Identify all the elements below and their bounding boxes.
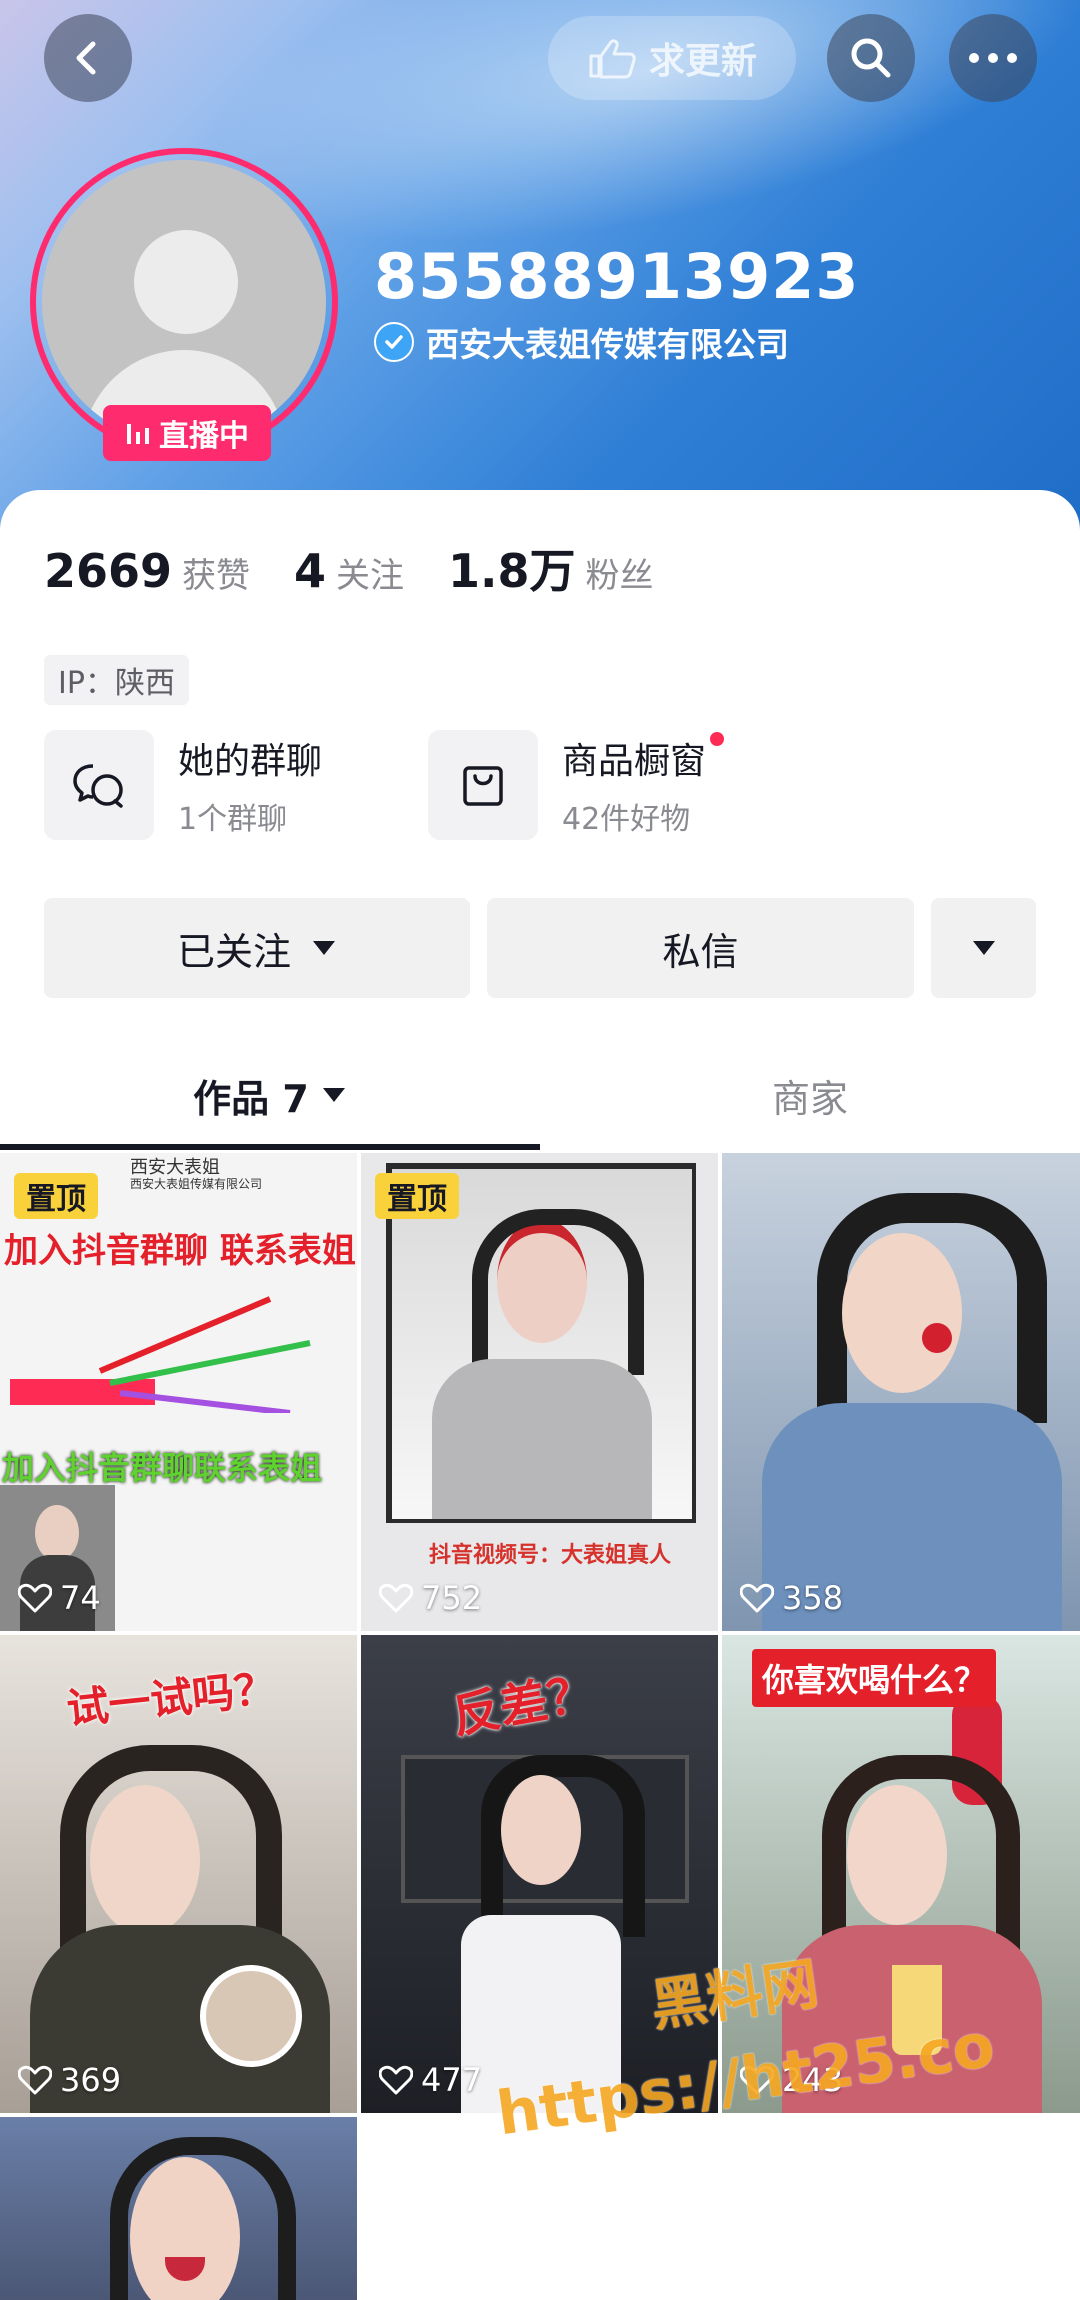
tab-works-label: 作品 7 xyxy=(193,1076,309,1121)
pinned-badge: 置顶 xyxy=(14,1173,98,1219)
following-stat[interactable]: 4 关注 xyxy=(294,544,404,598)
chat-bubbles-icon xyxy=(73,764,123,808)
shop-icon-box xyxy=(428,730,538,840)
heart-outline-icon xyxy=(18,2065,52,2095)
video-thumbnail[interactable]: 反差？ 477 xyxy=(361,1635,718,2113)
heart-outline-icon xyxy=(379,2065,413,2095)
video-likes-count: 358 xyxy=(782,1579,844,1617)
group-chat-entry[interactable]: 她的群聊 1个群聊 xyxy=(44,730,322,840)
group-chat-icon-box xyxy=(44,730,154,840)
live-bars-icon xyxy=(127,424,149,444)
request-update-button[interactable]: 求更新 xyxy=(548,16,796,100)
more-actions-dropdown[interactable] xyxy=(931,898,1036,998)
video-likes: 477 xyxy=(379,2061,482,2099)
back-button[interactable] xyxy=(44,14,132,102)
video-preview-image xyxy=(722,1153,1080,1631)
video-likes-count: 74 xyxy=(60,1579,101,1617)
profile-header: 求更新 直播中 85588913923 西安大表姐传媒有限公司 xyxy=(0,0,1080,560)
video-likes: 358 xyxy=(740,1579,843,1617)
caret-down-icon xyxy=(322,1088,345,1102)
likes-stat[interactable]: 2669 获赞 xyxy=(44,544,250,598)
caret-down-icon xyxy=(313,941,335,955)
followers-count: 1.8万 xyxy=(448,544,576,598)
heart-outline-icon xyxy=(740,1583,774,1613)
group-chat-title: 她的群聊 xyxy=(178,741,323,782)
pinned-badge: 置顶 xyxy=(375,1173,459,1219)
heart-outline-icon xyxy=(379,1583,413,1613)
verified-company: 西安大表姐传媒有限公司 xyxy=(374,318,789,366)
video-likes-count: 477 xyxy=(421,2061,483,2099)
video-likes: 752 xyxy=(379,1579,482,1617)
username: 85588913923 xyxy=(374,240,860,313)
likes-label: 获赞 xyxy=(182,556,251,596)
notification-dot xyxy=(710,732,725,746)
followers-stat[interactable]: 1.8万 粉丝 xyxy=(448,535,654,601)
more-dots-icon xyxy=(969,53,1017,63)
stats-row: 2669 获赞 4 关注 1.8万 粉丝 xyxy=(44,535,698,601)
shop-window-title: 商品橱窗 xyxy=(562,741,707,782)
shopping-bag-icon xyxy=(463,766,503,806)
video-header-company: 西安大表姐传媒有限公司 xyxy=(130,1177,263,1191)
message-button[interactable]: 私信 xyxy=(487,898,914,998)
search-icon xyxy=(851,38,891,78)
followed-label: 已关注 xyxy=(176,929,291,974)
tab-active-indicator xyxy=(0,1144,540,1150)
followers-label: 粉丝 xyxy=(585,556,654,596)
video-likes: 74 xyxy=(18,1579,101,1617)
tab-works[interactable]: 作品 7 xyxy=(0,1040,540,1150)
default-avatar-image xyxy=(42,160,326,444)
video-preview-image xyxy=(0,2117,357,2300)
following-label: 关注 xyxy=(336,556,405,596)
shop-window-count: 42件好物 xyxy=(562,802,691,837)
video-thumbnail[interactable] xyxy=(0,2117,357,2300)
video-likes-count: 752 xyxy=(421,1579,483,1617)
live-label: 直播中 xyxy=(159,419,249,454)
search-button[interactable] xyxy=(827,14,915,102)
request-update-label: 求更新 xyxy=(648,41,757,82)
video-caption: 你喜欢喝什么？ xyxy=(752,1649,997,1707)
video-caption-bottom: 加入抖音群聊联系表姐 xyxy=(2,1449,323,1487)
heart-outline-icon xyxy=(18,1583,52,1613)
likes-count: 2669 xyxy=(44,544,173,598)
message-label: 私信 xyxy=(662,929,739,974)
shop-window-entry[interactable]: 商品橱窗 42件好物 xyxy=(428,730,725,840)
company-name: 西安大表姐传媒有限公司 xyxy=(426,325,789,364)
tab-merchant[interactable]: 商家 xyxy=(540,1040,1080,1150)
video-likes-count: 369 xyxy=(60,2061,122,2099)
live-badge[interactable]: 直播中 xyxy=(103,405,271,461)
video-thumbnail[interactable]: 抖音视频号：大表姐真人 置顶 752 xyxy=(361,1153,718,1631)
video-thumbnail[interactable]: 358 xyxy=(722,1153,1080,1631)
video-caption: 抖音视频号：大表姐真人 xyxy=(429,1543,672,1568)
group-chat-count: 1个群聊 xyxy=(178,802,288,837)
caret-down-icon xyxy=(972,941,995,955)
profile-tabs: 作品 7 商家 xyxy=(0,1040,1080,1150)
hand-point-icon xyxy=(589,39,636,79)
video-thumbnail[interactable]: 试一试吗？ 369 xyxy=(0,1635,357,2113)
video-likes: 369 xyxy=(18,2061,121,2099)
video-caption-top: 加入抖音群聊 联系表姐 xyxy=(4,1231,356,1271)
chevron-left-icon xyxy=(76,41,96,75)
following-count: 4 xyxy=(294,544,327,598)
ip-location-tag: IP：陕西 xyxy=(44,655,189,705)
followed-button[interactable]: 已关注 xyxy=(44,898,470,998)
video-screenshot-content xyxy=(10,1283,340,1416)
video-thumbnail[interactable]: 西安大表姐 西安大表姐传媒有限公司 加入抖音群聊 联系表姐 加入抖音群聊联系表姐… xyxy=(0,1153,357,1631)
more-button[interactable] xyxy=(949,14,1037,102)
verified-check-icon xyxy=(374,322,414,362)
